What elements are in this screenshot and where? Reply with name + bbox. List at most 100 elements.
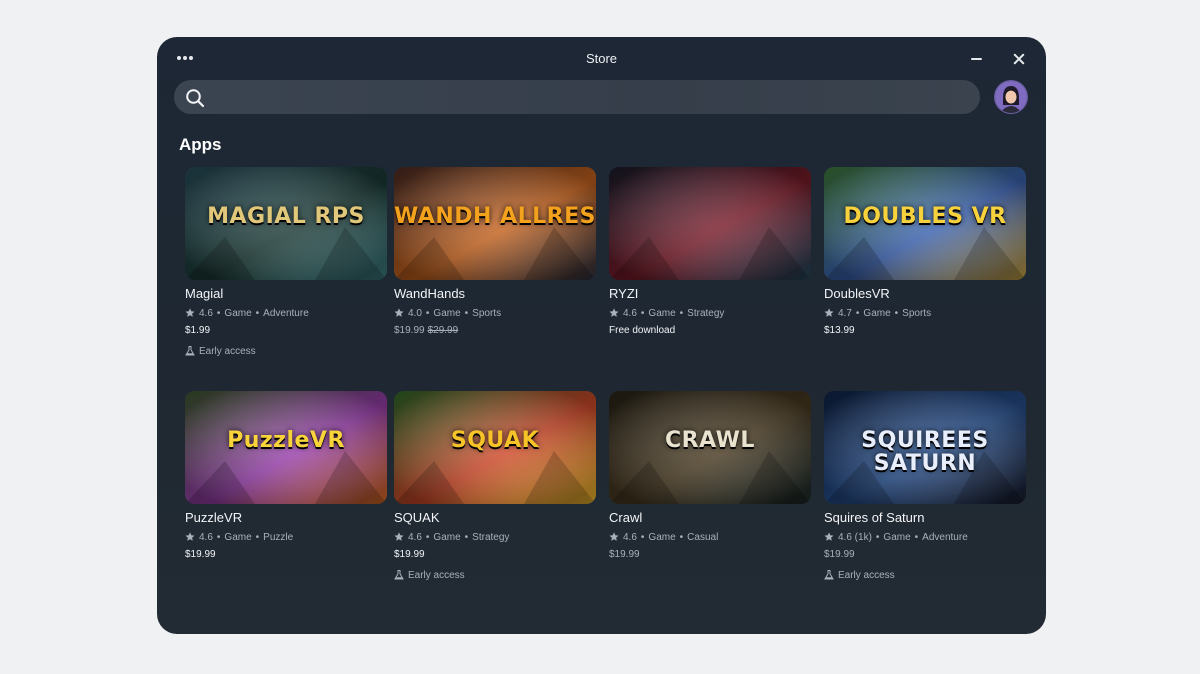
search-input[interactable] <box>218 80 958 114</box>
app-price: $19.99 <box>394 549 425 560</box>
app-name[interactable]: Squires of Saturn <box>824 510 1026 526</box>
star-icon <box>824 308 834 317</box>
app-price: $19.99 <box>185 549 216 560</box>
app-meta: 4.6 • Game • Strategy <box>609 306 811 320</box>
app-logo-text: WANDH ALLRES <box>394 204 596 229</box>
app-thumbnail[interactable]: PuzzleVR <box>185 391 387 504</box>
app-genre: Casual <box>687 531 719 543</box>
app-category: Game <box>648 531 676 543</box>
app-name[interactable]: PuzzleVR <box>185 510 387 526</box>
app-rating: 4.6 <box>199 531 213 543</box>
app-rating: 4.6 <box>199 307 213 319</box>
app-card[interactable]: WANDH ALLRES WandHands 4.0 • Game • Spor… <box>394 167 596 339</box>
separator-dot: • <box>464 531 469 543</box>
app-thumbnail[interactable]: CRAWL <box>609 391 811 504</box>
app-price: $13.99 <box>824 325 855 336</box>
minimize-icon[interactable] <box>971 50 983 68</box>
app-genre: Strategy <box>687 307 725 319</box>
app-logo-text: CRAWL <box>665 428 755 453</box>
section-title: Apps <box>179 135 222 154</box>
app-logo-text: DOUBLES VR <box>843 204 1007 229</box>
app-category: Game <box>433 531 461 543</box>
app-card[interactable]: SQUAK SQUAK 4.6 • Game • Strategy $19.99… <box>394 391 596 582</box>
app-price: $19.99 <box>394 325 425 336</box>
app-price: $19.99 <box>609 549 640 560</box>
separator-dot: • <box>425 307 430 319</box>
app-price: Free download <box>609 325 676 336</box>
search-bar[interactable] <box>174 80 980 114</box>
app-price-row: $1.99 <box>185 325 387 339</box>
app-genre: Sports <box>472 307 502 319</box>
app-name[interactable]: Crawl <box>609 510 811 526</box>
app-rating: 4.0 <box>408 307 422 319</box>
app-thumbnail[interactable]: MAGIAL RPS <box>185 167 387 280</box>
app-logo-text: MAGIAL RPS <box>207 204 365 229</box>
separator-dot: • <box>216 531 221 543</box>
app-logo-text: PuzzleVR <box>227 428 345 453</box>
star-icon <box>185 308 195 317</box>
app-price-row: $19.99 <box>824 549 1026 563</box>
app-card[interactable]: PuzzleVR PuzzleVR 4.6 • Game • Puzzle $1… <box>185 391 387 563</box>
title-bar: Store <box>157 37 1046 81</box>
search-icon <box>186 89 205 108</box>
app-genre: Strategy <box>472 531 510 543</box>
app-card[interactable]: SQUIREES SATURN Squires of Saturn 4.6 (1… <box>824 391 1026 582</box>
app-name[interactable]: Magial <box>185 286 387 302</box>
app-thumbnail[interactable]: SQUAK <box>394 391 596 504</box>
app-logo-text: SQUIREES SATURN <box>861 428 989 477</box>
separator-dot: • <box>425 531 430 543</box>
app-thumbnail[interactable]: SQUIREES SATURN <box>824 391 1026 504</box>
flask-icon <box>824 570 834 580</box>
separator-dot: • <box>914 531 919 543</box>
flask-icon <box>185 346 195 356</box>
app-price-row: $19.99 <box>609 549 811 563</box>
early-access-label: Early access <box>199 345 256 357</box>
app-category: Game <box>648 307 676 319</box>
app-card[interactable]: DOUBLES VR DoublesVR 4.7 • Game • Sports… <box>824 167 1026 339</box>
star-icon <box>394 532 404 541</box>
separator-dot: • <box>855 307 860 319</box>
app-meta: 4.6 • Game • Puzzle <box>185 530 387 544</box>
flask-icon <box>394 570 404 580</box>
star-icon <box>394 308 404 317</box>
app-category: Game <box>863 307 891 319</box>
app-card[interactable]: MAGIAL RPS Magial 4.6 • Game • Adventure… <box>185 167 387 358</box>
separator-dot: • <box>464 307 469 319</box>
early-access-badge: Early access <box>394 568 596 582</box>
app-name[interactable]: WandHands <box>394 286 596 302</box>
app-meta: 4.6 • Game • Strategy <box>394 530 596 544</box>
app-card[interactable]: CRAWL Crawl 4.6 • Game • Casual $19.99 <box>609 391 811 563</box>
app-category: Game <box>883 531 911 543</box>
app-thumbnail[interactable]: WANDH ALLRES <box>394 167 596 280</box>
app-name[interactable]: DoublesVR <box>824 286 1026 302</box>
app-meta: 4.0 • Game • Sports <box>394 306 596 320</box>
app-price-row: Free download <box>609 325 811 339</box>
app-genre: Puzzle <box>263 531 294 543</box>
separator-dot: • <box>894 307 899 319</box>
app-meta: 4.7 • Game • Sports <box>824 306 1026 320</box>
app-thumbnail[interactable] <box>609 167 811 280</box>
early-access-badge: Early access <box>185 344 387 358</box>
star-icon <box>824 532 834 541</box>
star-icon <box>609 308 619 317</box>
separator-dot: • <box>255 307 260 319</box>
app-rating: 4.6 <box>408 531 422 543</box>
app-thumbnail[interactable]: DOUBLES VR <box>824 167 1026 280</box>
app-price: $19.99 <box>824 549 855 560</box>
app-price-row: $19.99 $29.99 <box>394 325 596 339</box>
app-meta: 4.6 • Game • Adventure <box>185 306 387 320</box>
app-artwork <box>609 167 811 280</box>
window-title: Store <box>585 51 618 66</box>
app-card[interactable]: RYZI 4.6 • Game • Strategy Free download <box>609 167 811 339</box>
app-logo-text: SQUAK <box>450 428 540 453</box>
app-name[interactable]: SQUAK <box>394 510 596 526</box>
separator-dot: • <box>255 531 260 543</box>
star-icon <box>609 532 619 541</box>
early-access-label: Early access <box>838 569 895 581</box>
close-icon[interactable] <box>1011 50 1027 68</box>
app-name[interactable]: RYZI <box>609 286 811 302</box>
early-access-badge: Early access <box>824 568 1026 582</box>
avatar[interactable] <box>995 81 1027 113</box>
app-meta: 4.6 (1k) • Game • Adventure <box>824 530 1026 544</box>
app-genre: Adventure <box>263 307 309 319</box>
